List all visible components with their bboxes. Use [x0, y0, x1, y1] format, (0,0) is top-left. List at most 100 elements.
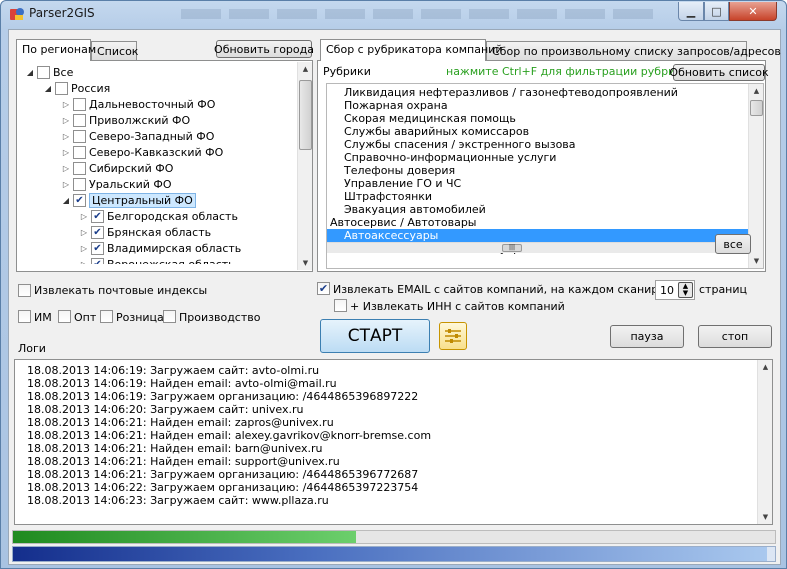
maximize-button[interactable]: □: [704, 2, 729, 21]
scroll-thumb[interactable]: [299, 80, 312, 150]
tree-item[interactable]: ▷ ✔ Белгородская область: [79, 208, 238, 224]
tab-regions[interactable]: По регионам: [16, 39, 96, 61]
tab-custom-list[interactable]: Сбор по произвольному списку запросов/ад…: [486, 41, 781, 61]
tab-rubricator[interactable]: Сбор с рубрикатора компаний: [320, 39, 502, 61]
tree-item[interactable]: ▷ Уральский ФО: [61, 176, 172, 192]
collapsed-triangle-icon[interactable]: ▷: [79, 244, 89, 253]
retail-checkbox[interactable]: [100, 310, 113, 323]
tree-checkbox[interactable]: [73, 161, 86, 175]
collapsed-triangle-icon[interactable]: ▷: [61, 180, 71, 189]
tree-item[interactable]: ▷ Северо-Западный ФО: [61, 128, 214, 144]
tree-item[interactable]: ◢ ✔ Центральный ФО: [61, 192, 196, 208]
tree-checkbox[interactable]: ✔: [91, 257, 104, 264]
spinner-arrows-icon[interactable]: ▲ ▼: [678, 282, 693, 298]
log-line: 18.08.2013 14:06:22: Загружаем организац…: [27, 481, 419, 494]
scroll-down-icon[interactable]: ▼: [759, 510, 772, 524]
collapsed-triangle-icon[interactable]: ▷: [61, 116, 71, 125]
tree-item[interactable]: ◢ Все: [25, 64, 73, 80]
rubric-item[interactable]: Ликвидация нефтеразливов / газонефтеводо…: [327, 86, 748, 99]
tree-item[interactable]: ▷ ✔ Брянская область: [79, 224, 211, 240]
scroll-down-icon[interactable]: ▼: [299, 256, 312, 270]
tree-item[interactable]: ▷ Приволжский ФО: [61, 112, 190, 128]
hscroll-thumb[interactable]: |||: [502, 244, 522, 252]
scroll-up-icon[interactable]: ▲: [759, 360, 772, 374]
collapsed-triangle-icon[interactable]: ▷: [61, 100, 71, 109]
select-all-button[interactable]: все: [715, 234, 751, 254]
close-button[interactable]: ✕: [729, 2, 777, 21]
title-bar[interactable]: Parser2GIS ▁ □ ✕: [1, 1, 786, 27]
rubric-item[interactable]: Эвакуация автомобилей: [327, 203, 748, 216]
rubric-item[interactable]: Телефоны доверия: [327, 164, 748, 177]
collapsed-triangle-icon[interactable]: ▷: [79, 228, 89, 237]
pages-spinner[interactable]: 10 ▲ ▼: [655, 280, 695, 300]
tree-item[interactable]: ◢ Россия: [43, 80, 110, 96]
expanded-triangle-icon[interactable]: ◢: [25, 68, 35, 77]
refresh-list-button[interactable]: Обновить список: [669, 64, 769, 81]
tree-checkbox[interactable]: [73, 97, 86, 111]
rubric-item[interactable]: Службы аварийных комиссаров: [327, 125, 748, 138]
scroll-up-icon[interactable]: ▲: [299, 62, 312, 76]
tree-checkbox[interactable]: ✔: [73, 193, 86, 207]
rubric-item[interactable]: Автосервис / Автотовары: [327, 216, 748, 229]
tree-checkbox[interactable]: ✔: [91, 225, 104, 239]
inn-label: + Извлекать ИНН с сайтов компаний: [350, 300, 565, 313]
production-checkbox[interactable]: [163, 310, 176, 323]
tree-checkbox[interactable]: [73, 129, 86, 143]
rubrics-list[interactable]: Ликвидация нефтеразливов / газонефтеводо…: [327, 84, 748, 268]
tree-checkbox[interactable]: [73, 145, 86, 159]
tree-checkbox[interactable]: [73, 113, 86, 127]
tree-checkbox[interactable]: ✔: [91, 241, 104, 255]
collapsed-triangle-icon[interactable]: ▷: [79, 212, 89, 221]
rubric-item[interactable]: Скорая медицинская помощь: [327, 112, 748, 125]
scroll-thumb[interactable]: [750, 100, 763, 116]
start-button[interactable]: СТАРТ: [320, 319, 430, 353]
tab-list-label: Список: [97, 45, 139, 58]
settings-button[interactable]: [439, 322, 467, 350]
refresh-cities-button[interactable]: Обновить города: [214, 40, 314, 58]
rubric-item[interactable]: Управление ГО и ЧС: [327, 177, 748, 190]
postal-checkbox[interactable]: [18, 284, 31, 297]
rubric-item[interactable]: Пожарная охрана: [327, 99, 748, 112]
collapsed-triangle-icon[interactable]: ▷: [61, 164, 71, 173]
opt-checkbox[interactable]: [58, 310, 71, 323]
tree-checkbox[interactable]: [37, 65, 50, 79]
logs-scrollbar[interactable]: ▲ ▼: [757, 360, 772, 524]
minimize-button[interactable]: ▁: [678, 2, 704, 21]
inn-checkbox[interactable]: [334, 299, 347, 312]
collapsed-triangle-icon[interactable]: ▷: [79, 260, 89, 265]
region-tree[interactable]: ◢ Все ◢ Россия ▷ Дальневосточный ФО ▷ Приволжск…: [21, 64, 296, 264]
region-tree-scrollbar[interactable]: ▲ ▼: [297, 62, 312, 270]
tree-checkbox[interactable]: [73, 177, 86, 191]
rubrics-hscrollbar[interactable]: |||: [327, 242, 748, 253]
log-line: 18.08.2013 14:06:19: Загружаем организац…: [27, 390, 419, 403]
scroll-down-icon[interactable]: ▼: [750, 254, 763, 268]
collapsed-triangle-icon[interactable]: ▷: [61, 148, 71, 157]
rubric-item[interactable]: Автоаксессуары: [327, 229, 748, 242]
scroll-up-icon[interactable]: ▲: [750, 84, 763, 98]
pause-button[interactable]: пауза: [610, 325, 684, 348]
blurred-background-text: [181, 9, 661, 19]
rubric-item[interactable]: Службы спасения / экстренного вызова: [327, 138, 748, 151]
tree-checkbox[interactable]: ✔: [91, 209, 104, 223]
expanded-triangle-icon[interactable]: ◢: [43, 84, 53, 93]
logs-panel: 18.08.2013 14:06:19: Загружаем сайт: avt…: [14, 359, 773, 525]
tree-item[interactable]: ▷ ✔ Воронежская область: [79, 256, 235, 264]
im-checkbox[interactable]: [18, 310, 31, 323]
email-checkbox[interactable]: ✔: [317, 282, 330, 295]
rubric-item[interactable]: Штрафстоянки: [327, 190, 748, 203]
stop-button[interactable]: стоп: [698, 325, 772, 348]
tree-item[interactable]: ▷ ✔ Владимирская область: [79, 240, 241, 256]
progress-bar-secondary: [12, 546, 776, 562]
tree-item[interactable]: ▷ Дальневосточный ФО: [61, 96, 215, 112]
collapsed-triangle-icon[interactable]: ▷: [61, 132, 71, 141]
tree-item[interactable]: ▷ Сибирский ФО: [61, 160, 173, 176]
expanded-triangle-icon[interactable]: ◢: [61, 196, 71, 205]
tree-checkbox[interactable]: [55, 81, 68, 95]
tree-item[interactable]: ▷ Северо-Кавказский ФО: [61, 144, 223, 160]
tree-item-label: Сибирский ФО: [89, 161, 174, 175]
logs-text[interactable]: 18.08.2013 14:06:19: Загружаем сайт: avt…: [15, 364, 755, 522]
log-line: 18.08.2013 14:06:21: Найден email: suppo…: [27, 455, 340, 468]
progress-fill-secondary: [13, 547, 768, 561]
rubric-item[interactable]: Справочно-информационные услуги: [327, 151, 748, 164]
tab-list[interactable]: Список: [91, 41, 139, 61]
